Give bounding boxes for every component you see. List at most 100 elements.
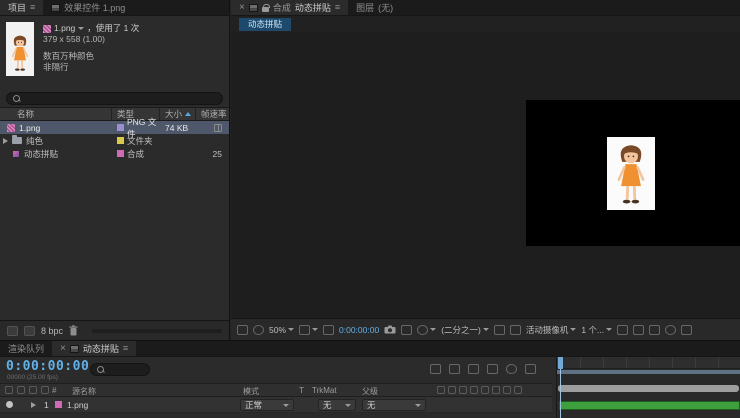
- layer-row[interactable]: 1 1.png 正常 无 无: [0, 397, 552, 413]
- item-name: 1.png: [19, 122, 41, 133]
- panel-type-label: 合成: [272, 3, 291, 13]
- viewer-canvas-area[interactable]: [231, 32, 740, 318]
- comp-navigator-chip[interactable]: 动态拼贴: [239, 17, 292, 31]
- audio-column-icon: [17, 386, 25, 394]
- av-features-header: [5, 386, 49, 394]
- resolution-dropdown[interactable]: (二分之一): [441, 324, 489, 336]
- camera-view-dropdown[interactable]: 活动摄像机: [526, 324, 577, 336]
- playhead-handle[interactable]: [558, 357, 563, 369]
- after-effects-window: 项目 ≡ 效果控件 1.png 1.png ，使用了 1 次 379 x 558…: [0, 0, 740, 418]
- current-time-display[interactable]: 0:00:00:00: [6, 359, 89, 374]
- timeline-search-input[interactable]: [90, 363, 150, 376]
- draft-3d-icon[interactable]: [449, 364, 460, 374]
- footage-layer-image[interactable]: [607, 137, 655, 210]
- column-header-framerate[interactable]: 帧速率: [196, 108, 229, 120]
- interpret-footage-icon[interactable]: [7, 325, 18, 336]
- tab-effect-controls[interactable]: 效果控件 1.png: [43, 0, 133, 15]
- fast-previews-icon[interactable]: [633, 324, 645, 335]
- item-fps: 25: [212, 148, 222, 159]
- exposure-adjust-icon[interactable]: [681, 324, 693, 335]
- column-mode[interactable]: 模式: [243, 386, 259, 397]
- character-artwork: [11, 35, 29, 71]
- monitor-icon[interactable]: [237, 324, 248, 335]
- dropdown-arrow-icon: [283, 403, 289, 407]
- composition-mini-flowchart-icon[interactable]: [430, 364, 441, 374]
- dropdown-arrow-icon: [312, 328, 319, 331]
- delete-icon[interactable]: [69, 325, 78, 336]
- label-swatch[interactable]: [117, 124, 124, 131]
- tab-composition[interactable]: × 合成 动态拼贴 ≡: [231, 0, 349, 15]
- layer-twirl-icon[interactable]: [31, 402, 36, 408]
- tab-project[interactable]: 项目 ≡: [0, 0, 44, 15]
- time-ruler[interactable]: [557, 357, 740, 369]
- work-area-bar[interactable]: [557, 370, 740, 374]
- label-swatch[interactable]: [117, 137, 124, 144]
- layer-tab-value: (无): [378, 3, 394, 13]
- show-channel-dropdown[interactable]: [417, 324, 437, 335]
- blend-mode-dropdown[interactable]: 正常: [240, 399, 294, 411]
- layer-label-swatch[interactable]: [55, 401, 62, 408]
- panel-menu-icon[interactable]: ≡: [335, 3, 340, 12]
- new-folder-icon[interactable]: [24, 325, 35, 336]
- trkmat-dropdown[interactable]: 无: [318, 399, 356, 411]
- graph-editor-icon[interactable]: [525, 364, 536, 374]
- column-index[interactable]: #: [52, 386, 56, 395]
- snapshot-camera-icon[interactable]: [384, 325, 396, 334]
- composition-flowchart-icon[interactable]: [649, 324, 661, 335]
- tab-layer-viewer[interactable]: 图层 (无): [348, 0, 401, 15]
- lock-column-icon: [41, 386, 49, 394]
- column-header-name[interactable]: 名称: [0, 108, 112, 120]
- bit-depth-label[interactable]: 8 bpc: [41, 326, 63, 336]
- lock-icon[interactable]: [261, 3, 270, 12]
- dropdown-arrow-icon: [430, 328, 437, 331]
- layer-duration-bar[interactable]: [559, 401, 740, 410]
- close-icon[interactable]: ×: [60, 343, 66, 354]
- column-trkmat[interactable]: TrkMat: [312, 386, 337, 395]
- item-size: 74 KB: [165, 122, 189, 133]
- tab-render-queue[interactable]: 渲染队列: [0, 341, 52, 356]
- composition-icon: [12, 149, 20, 158]
- region-of-interest-icon[interactable]: [493, 324, 505, 335]
- column-header-size[interactable]: 大小: [160, 108, 196, 120]
- close-icon[interactable]: ×: [239, 2, 245, 13]
- column-source-name[interactable]: 源名称: [72, 386, 96, 397]
- tab-project-label: 项目: [8, 3, 27, 13]
- parent-value: 无: [367, 400, 376, 410]
- dropdown-arrow-icon: [570, 328, 577, 331]
- layer-visibility-eye-icon[interactable]: [6, 401, 13, 408]
- project-row-1png[interactable]: 1.png PNG 文件 74 KB: [0, 117, 229, 139]
- reset-exposure-icon[interactable]: [665, 324, 677, 335]
- panel-menu-icon[interactable]: ≡: [30, 3, 35, 12]
- hide-shy-layers-icon[interactable]: [468, 364, 479, 374]
- label-swatch[interactable]: [117, 150, 124, 157]
- view-layout-dropdown[interactable]: 1 个...: [581, 324, 613, 336]
- motion-blur-icon[interactable]: [506, 364, 517, 374]
- timeline-track-area[interactable]: [556, 357, 740, 418]
- column-t[interactable]: T: [299, 386, 304, 395]
- parent-dropdown[interactable]: 无: [362, 399, 426, 411]
- frame-blending-icon[interactable]: [487, 364, 498, 374]
- panel-icon: [69, 344, 79, 353]
- grid-and-guides-dropdown[interactable]: [299, 324, 319, 335]
- transparency-grid-icon[interactable]: [509, 324, 521, 335]
- project-row-solids[interactable]: 纯色 文件夹: [0, 134, 229, 147]
- dropdown-arrow-icon: [482, 328, 489, 331]
- layer-source-name[interactable]: 1.png: [67, 400, 88, 410]
- preview-timecode[interactable]: 0:00:00:00: [339, 325, 379, 335]
- time-navigator-bar[interactable]: [558, 385, 739, 392]
- folder-twirl-icon[interactable]: [3, 137, 8, 144]
- camera-view-value: 活动摄像机: [525, 324, 569, 335]
- project-row-composition[interactable]: 动态拼贴 合成 25: [0, 147, 229, 160]
- composition-canvas[interactable]: [526, 100, 740, 246]
- dropdown-arrow-icon: [415, 403, 421, 407]
- mask-visibility-icon[interactable]: [323, 324, 335, 335]
- column-parent[interactable]: 父级: [362, 386, 378, 397]
- zoom-level-dropdown[interactable]: 50%: [269, 325, 295, 335]
- pixel-aspect-correction-icon[interactable]: [617, 324, 629, 335]
- project-search-input[interactable]: [6, 92, 223, 105]
- panel-menu-icon[interactable]: ≡: [123, 344, 128, 353]
- show-snapshot-icon[interactable]: [401, 324, 413, 335]
- tab-timeline-comp[interactable]: × 动态拼贴 ≡: [52, 341, 137, 356]
- main-viewer-icon[interactable]: [253, 324, 264, 335]
- dropdown-arrow-icon[interactable]: [78, 27, 85, 30]
